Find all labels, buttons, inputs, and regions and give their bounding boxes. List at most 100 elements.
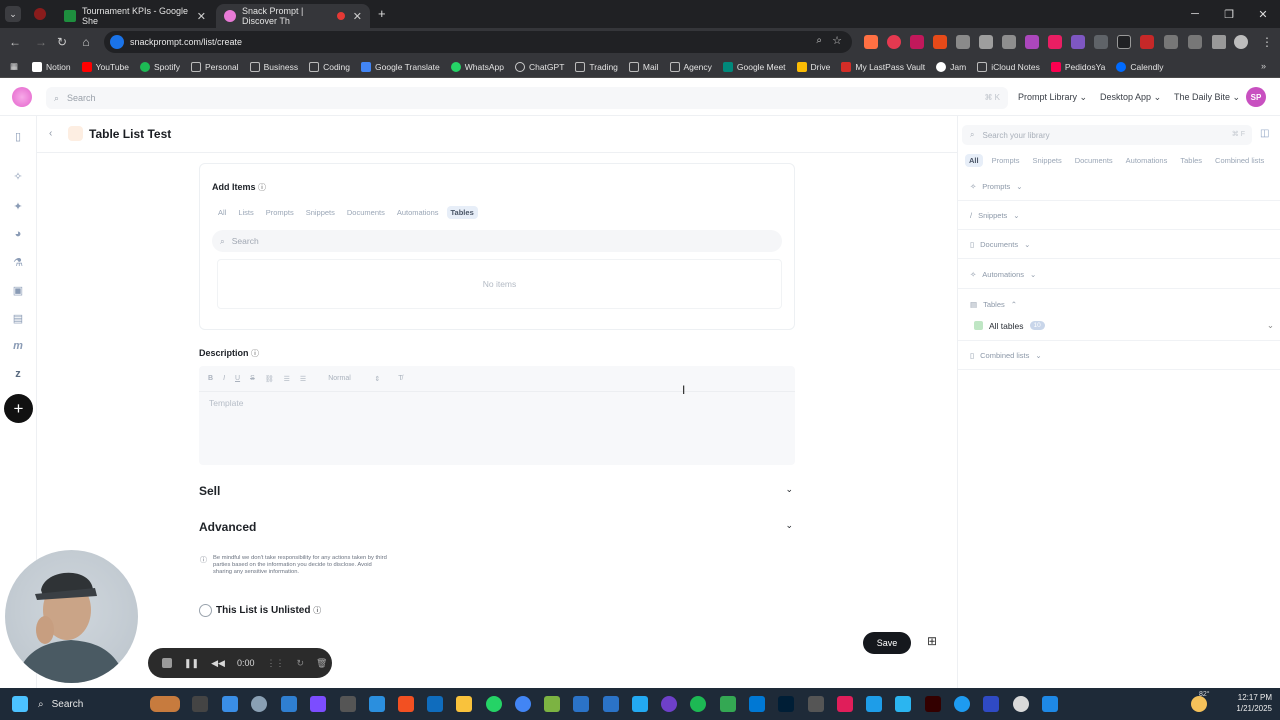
calculator-icon[interactable] [369, 696, 385, 712]
bookmark-lastpass[interactable]: My LastPass Vault [841, 61, 925, 72]
extension-icon[interactable] [910, 35, 924, 49]
bookmark-whatsapp[interactable]: WhatsApp [450, 61, 504, 72]
extension-icon[interactable] [956, 35, 970, 49]
minimize-icon[interactable]: ─ [1178, 0, 1212, 28]
app-icon[interactable] [954, 696, 970, 712]
grid-icon[interactable]: ▤ [10, 310, 26, 326]
browser-tab-sheets[interactable]: Tournament KPIs - Google She ✕ [56, 4, 214, 28]
info-icon[interactable]: ⓘ [251, 349, 259, 358]
bookmark-pedidosya[interactable]: PedidosYa [1050, 61, 1105, 72]
back-arrow-icon[interactable]: ‹ [49, 128, 52, 139]
trash-icon[interactable]: 🗑 [316, 658, 327, 669]
bookmark-youtube[interactable]: YouTube [81, 61, 129, 72]
close-icon[interactable]: ✕ [197, 10, 206, 23]
library-filter-all[interactable]: All [965, 154, 983, 167]
filter-tables[interactable]: Tables [446, 206, 478, 219]
bookmark-chatgpt[interactable]: ChatGPT [514, 61, 564, 72]
create-button[interactable]: + [4, 394, 33, 423]
daily-bite-menu[interactable]: The Daily Bite ⌄ [1174, 92, 1240, 103]
extension-icon[interactable] [1117, 35, 1131, 49]
library-section-combined-lists[interactable]: ▯ Combined lists ⌄ [958, 341, 1280, 370]
advanced-section-toggle[interactable]: Advanced ⌄ [199, 518, 795, 538]
app-icon[interactable] [983, 696, 999, 712]
close-icon[interactable]: ✕ [353, 10, 362, 23]
library-section-prompts[interactable]: ✧ Prompts ⌄ [958, 172, 1280, 201]
extension-icon[interactable] [1094, 35, 1108, 49]
library-section-snippets[interactable]: / Snippets ⌄ [958, 201, 1280, 230]
forward-icon[interactable]: → [32, 33, 50, 51]
bookmark-folder-coding[interactable]: Coding [309, 61, 350, 72]
new-tab-button[interactable]: + [378, 6, 386, 21]
library-section-tables[interactable]: ▤ Tables ⌃ [958, 290, 1280, 341]
taskbar-search[interactable]: ⌕ Search [38, 693, 128, 715]
illustrator-icon[interactable] [925, 696, 941, 712]
app-icon[interactable] [895, 696, 911, 712]
address-bar[interactable]: snackprompt.com/list/create ⌕ ☆ [104, 31, 852, 53]
maximize-icon[interactable]: ❐ [1212, 0, 1246, 28]
ordered-list-icon[interactable]: ☰ [284, 375, 290, 383]
avatar[interactable]: SP [1246, 87, 1266, 107]
chrome-icon[interactable] [515, 696, 531, 712]
apps-grid-icon[interactable]: ▦ [10, 61, 18, 72]
search-highlight-icon[interactable] [150, 696, 180, 712]
url-text[interactable]: snackprompt.com/list/create [130, 37, 242, 47]
rewind-icon[interactable]: ◀◀ [211, 658, 225, 669]
bookmark-folder-agency[interactable]: Agency [669, 61, 712, 72]
widgets-icon[interactable] [222, 696, 238, 712]
reload-icon[interactable]: ↻ [53, 33, 71, 51]
lightroom-icon[interactable] [778, 696, 794, 712]
link-icon[interactable]: ⛓ [265, 375, 274, 383]
library-section-automations[interactable]: ✧ Automations ⌄ [958, 260, 1280, 289]
app-icon[interactable] [340, 696, 356, 712]
extension-icon[interactable] [864, 35, 878, 49]
bookmark-folder-business[interactable]: Business [249, 61, 298, 72]
desktop-app-menu[interactable]: Desktop App ⌄ [1100, 92, 1161, 103]
office-icon[interactable] [398, 696, 414, 712]
extension-icon[interactable] [979, 35, 993, 49]
flask-icon[interactable]: ⚗ [10, 254, 26, 270]
pinned-tab-icon[interactable] [34, 8, 46, 20]
close-window-icon[interactable]: ✕ [1246, 0, 1280, 28]
slack-icon[interactable] [837, 696, 853, 712]
extension-icon[interactable] [1188, 35, 1202, 49]
snackprompt-logo-icon[interactable] [12, 87, 32, 107]
app-icon[interactable] [1042, 696, 1058, 712]
sidebar-toggle-icon[interactable]: ▯ [10, 128, 26, 144]
browser-tab-snackprompt[interactable]: Snack Prompt | Discover Th ✕ [216, 4, 370, 28]
italic-icon[interactable]: I [223, 375, 225, 382]
app-icon[interactable] [603, 696, 619, 712]
app-icon[interactable] [544, 696, 560, 712]
globe-icon[interactable]: ◕ [10, 226, 26, 242]
library-filter-snippets[interactable]: Snippets [1029, 154, 1066, 167]
file-explorer-icon[interactable] [456, 696, 472, 712]
extension-icon[interactable] [1002, 35, 1016, 49]
info-icon[interactable]: ⓘ [258, 183, 266, 192]
bookmark-spotify[interactable]: Spotify [140, 61, 180, 72]
app-icon[interactable] [310, 696, 326, 712]
vscode-icon[interactable] [632, 696, 648, 712]
library-filter-documents[interactable]: Documents [1071, 154, 1117, 167]
library-search-input[interactable]: ⌕ Search your library ⌘ F [962, 125, 1252, 145]
strikethrough-icon[interactable]: S [250, 375, 255, 382]
library-filter-tables[interactable]: Tables [1176, 154, 1206, 167]
unlisted-radio[interactable] [199, 604, 212, 617]
settings-icon[interactable] [251, 696, 267, 712]
global-search-input[interactable]: ⌕ Search ⌘ K [46, 87, 1008, 109]
app-icon[interactable] [720, 696, 736, 712]
filter-snippets[interactable]: Snippets [302, 206, 339, 219]
bookmark-folder-personal[interactable]: Personal [191, 61, 239, 72]
prompt-library-menu[interactable]: Prompt Library ⌄ [1018, 92, 1087, 103]
app-icon[interactable] [573, 696, 589, 712]
bold-icon[interactable]: B [208, 375, 213, 382]
more-bookmarks-icon[interactable]: » [1261, 61, 1266, 71]
library-filter-prompts[interactable]: Prompts [988, 154, 1024, 167]
extension-icon[interactable] [1025, 35, 1039, 49]
side-panel-icon[interactable] [1212, 35, 1226, 49]
app-icon[interactable] [808, 696, 824, 712]
sell-section-toggle[interactable]: Sell ⌄ [199, 482, 795, 502]
tab-search-button[interactable]: ⌄ [5, 6, 21, 22]
text-format-select[interactable]: Normal ⇕ [328, 375, 380, 383]
windows-start-icon[interactable] [12, 696, 28, 712]
openai-icon[interactable] [1013, 696, 1029, 712]
extension-icon[interactable] [1140, 35, 1154, 49]
